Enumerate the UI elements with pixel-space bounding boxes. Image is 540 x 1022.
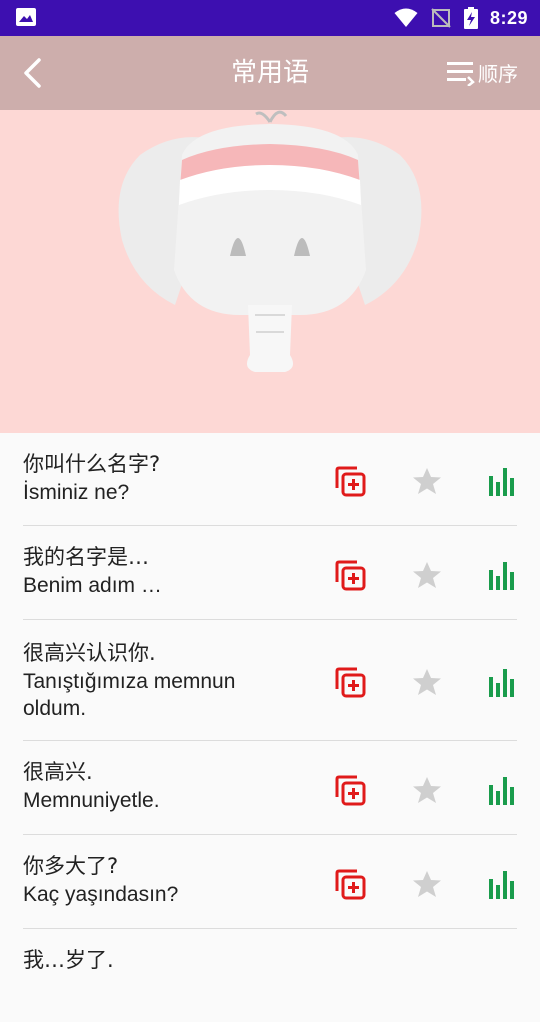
battery-charging-icon xyxy=(463,7,478,29)
phrase-row[interactable]: 很高兴认识你. Tanıştığımıza memnun oldum. xyxy=(23,620,517,741)
phrase-chinese: 很高兴. xyxy=(23,760,93,784)
phrase-chinese: 我…岁了. xyxy=(23,948,114,972)
image-notification-icon xyxy=(16,8,36,26)
add-to-collection-icon[interactable] xyxy=(333,665,367,699)
wifi-icon xyxy=(394,8,418,27)
phrase-chinese: 我的名字是… xyxy=(23,545,149,569)
star-icon[interactable] xyxy=(411,868,443,900)
phrase-chinese: 很高兴认识你. xyxy=(23,641,156,665)
add-to-collection-icon[interactable] xyxy=(333,773,367,807)
add-to-collection-icon[interactable] xyxy=(333,867,367,901)
phrase-row[interactable]: 你多大了? Kaç yaşındasın? xyxy=(23,835,517,929)
star-icon[interactable] xyxy=(411,666,443,698)
star-icon[interactable] xyxy=(411,774,443,806)
sort-order-button[interactable]: 顺序 xyxy=(446,58,518,87)
star-icon[interactable] xyxy=(411,465,443,497)
stats-bars-icon[interactable] xyxy=(487,869,517,899)
add-to-collection-icon[interactable] xyxy=(333,558,367,592)
phrase-row[interactable]: 你叫什么名字? İsminiz ne? xyxy=(23,433,517,526)
phrase-chinese: 你多大了? xyxy=(23,854,119,878)
stats-bars-icon[interactable] xyxy=(487,775,517,805)
phrase-row[interactable]: 很高兴. Memnuniyetle. xyxy=(23,741,517,835)
stats-bars-icon[interactable] xyxy=(487,466,517,496)
sort-label: 顺序 xyxy=(478,62,518,86)
star-icon[interactable] xyxy=(411,559,443,591)
phrase-list: 你叫什么名字? İsminiz ne? 我的名字是… Benim adım … xyxy=(0,433,540,972)
app-bar: 常用语 顺序 xyxy=(0,36,540,110)
phrase-row[interactable]: 我…岁了. xyxy=(23,929,517,1022)
phrase-turkish: Kaç yaşındasın? xyxy=(23,883,179,906)
sort-list-icon xyxy=(447,61,475,86)
add-to-collection-icon[interactable] xyxy=(333,464,367,498)
phrase-turkish: Benim adım … xyxy=(23,574,162,597)
stats-bars-icon[interactable] xyxy=(487,560,517,590)
phrase-row[interactable]: 我的名字是… Benim adım … xyxy=(23,526,517,620)
phrase-turkish: Tanıştığımıza memnun oldum. xyxy=(23,670,236,720)
elephant-mascot-illustration xyxy=(118,110,422,372)
status-bar: 8:29 xyxy=(0,0,540,36)
no-signal-icon xyxy=(431,8,451,28)
phrase-chinese: 你叫什么名字? xyxy=(23,452,161,476)
stats-bars-icon[interactable] xyxy=(487,667,517,697)
phrase-turkish: İsminiz ne? xyxy=(23,481,130,504)
phrase-turkish: Memnuniyetle. xyxy=(23,789,160,812)
status-time: 8:29 xyxy=(489,7,528,28)
hero-banner xyxy=(0,110,540,433)
